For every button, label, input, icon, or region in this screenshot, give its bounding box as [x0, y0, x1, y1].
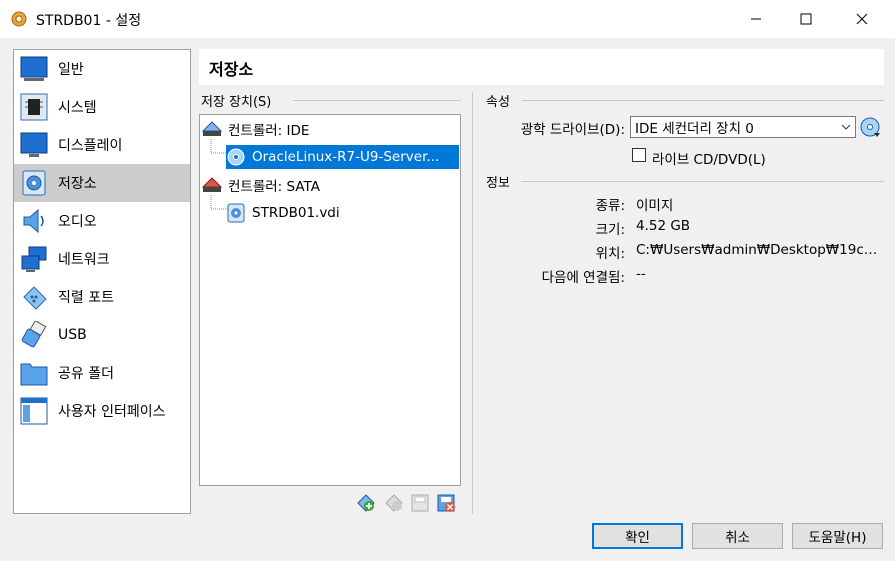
maximize-button[interactable]	[783, 0, 829, 38]
sidebar-item-user-interface[interactable]: 사용자 인터페이스	[14, 392, 190, 430]
info-type-value: 이미지	[636, 198, 674, 214]
sidebar-item-label: 저장소	[58, 176, 97, 192]
info-group-label: 정보	[486, 176, 510, 191]
tree-controller-sata[interactable]: 컨트롤러: SATA	[202, 173, 458, 197]
help-button[interactable]: 도움말(H)	[792, 523, 883, 549]
maximize-icon	[800, 13, 812, 25]
hard-disk-icon	[226, 203, 246, 223]
tree-item-label: 컨트롤러: IDE	[228, 123, 310, 139]
sidebar-item-usb[interactable]: USB	[14, 316, 190, 354]
sidebar-item-label: 디스플레이	[58, 138, 123, 154]
tree-controller-ide[interactable]: 컨트롤러: IDE	[202, 117, 458, 141]
minimize-button[interactable]	[733, 0, 779, 38]
page-title: 저장소	[209, 60, 254, 79]
chevron-down-icon	[837, 124, 855, 130]
display-icon	[18, 129, 50, 161]
info-location-label: 위치:	[595, 246, 625, 262]
sidebar-item-audio[interactable]: 오디오	[14, 202, 190, 240]
sidebar-item-label: 직렬 포트	[58, 290, 114, 306]
info-size-label: 크기:	[595, 222, 625, 238]
controller-icon	[202, 175, 222, 195]
serial-port-icon	[18, 281, 50, 313]
info-type-label: 종류:	[595, 198, 625, 214]
tree-item-label: OracleLinux-R7-U9-Server...	[252, 149, 440, 165]
sidebar-item-label: 사용자 인터페이스	[58, 404, 166, 420]
sidebar-item-label: 일반	[58, 62, 84, 78]
storage-tree[interactable]: 컨트롤러: IDE OracleLinux-R7-U9-Server... 컨트…	[199, 114, 461, 486]
tree-item-label: 컨트롤러: SATA	[228, 179, 320, 195]
info-attached-to-value: --	[636, 266, 646, 282]
audio-icon	[18, 205, 50, 237]
info-location-value: C:₩Users₩admin₩Desktop₩19c…	[636, 242, 878, 258]
sidebar-item-display[interactable]: 디스플레이	[14, 126, 190, 164]
add-attachment-icon[interactable]	[410, 493, 430, 513]
attributes-group-label: 속성	[486, 95, 510, 110]
sidebar-item-label: 공유 폴더	[58, 366, 114, 382]
sidebar-item-label: 네트워크	[58, 252, 110, 268]
tree-optical-disk[interactable]: OracleLinux-R7-U9-Server...	[226, 145, 459, 169]
cancel-button[interactable]: 취소	[692, 523, 783, 549]
group-divider	[521, 181, 884, 182]
info-size-value: 4.52 GB	[636, 218, 691, 234]
network-icon	[18, 243, 50, 275]
storage-devices-group-label: 저장 장치(S)	[201, 95, 272, 110]
group-divider	[293, 100, 461, 101]
settings-gear-icon	[11, 11, 27, 27]
remove-controller-icon[interactable]	[384, 493, 404, 513]
tree-item-label: STRDB01.vdi	[252, 205, 340, 221]
title-bar: STRDB01 - 설정	[0, 0, 895, 38]
controller-icon	[202, 119, 222, 139]
remove-attachment-icon[interactable]	[436, 493, 456, 513]
sidebar-item-label: USB	[58, 327, 87, 343]
sidebar-item-general[interactable]: 일반	[14, 50, 190, 88]
sidebar-item-network[interactable]: 네트워크	[14, 240, 190, 278]
group-divider	[522, 100, 884, 101]
sidebar-item-shared-folder[interactable]: 공유 폴더	[14, 354, 190, 392]
user-interface-icon	[18, 395, 50, 427]
sidebar-item-serial-port[interactable]: 직렬 포트	[14, 278, 190, 316]
page-header: 저장소	[199, 49, 884, 85]
sidebar-item-storage[interactable]: 저장소	[14, 164, 190, 202]
live-cd-label: 라이브 CD/DVD(L)	[652, 152, 766, 168]
window-title: STRDB01 - 설정	[36, 13, 142, 29]
settings-sidebar: 일반 시스템 디스플레이 저장소 오디오 네트워크 직렬 포트 USB 공유 폴…	[13, 49, 191, 514]
minimize-icon	[751, 18, 761, 20]
usb-icon	[18, 319, 50, 351]
sidebar-item-label: 오디오	[58, 214, 97, 230]
optical-drive-select[interactable]: IDE 세컨더리 장치 0	[630, 116, 856, 138]
optical-drive-value: IDE 세컨더리 장치 0	[635, 121, 754, 137]
add-controller-icon[interactable]	[356, 493, 376, 513]
choose-disk-icon[interactable]	[859, 116, 881, 138]
close-icon	[856, 13, 868, 25]
ok-button[interactable]: 확인	[592, 523, 683, 549]
sidebar-item-label: 시스템	[58, 100, 97, 116]
optical-drive-label: 광학 드라이브(D):	[520, 122, 625, 138]
panel-divider	[472, 92, 473, 514]
shared-folder-icon	[18, 357, 50, 389]
info-attached-to-label: 다음에 연결됨:	[541, 270, 625, 286]
close-button[interactable]	[839, 0, 885, 38]
sidebar-item-system[interactable]: 시스템	[14, 88, 190, 126]
live-cd-checkbox[interactable]	[632, 148, 646, 162]
tree-hard-disk[interactable]: STRDB01.vdi	[226, 201, 459, 225]
general-icon	[18, 53, 50, 85]
storage-icon	[18, 167, 50, 199]
system-icon	[18, 91, 50, 123]
optical-disk-icon	[226, 147, 246, 167]
